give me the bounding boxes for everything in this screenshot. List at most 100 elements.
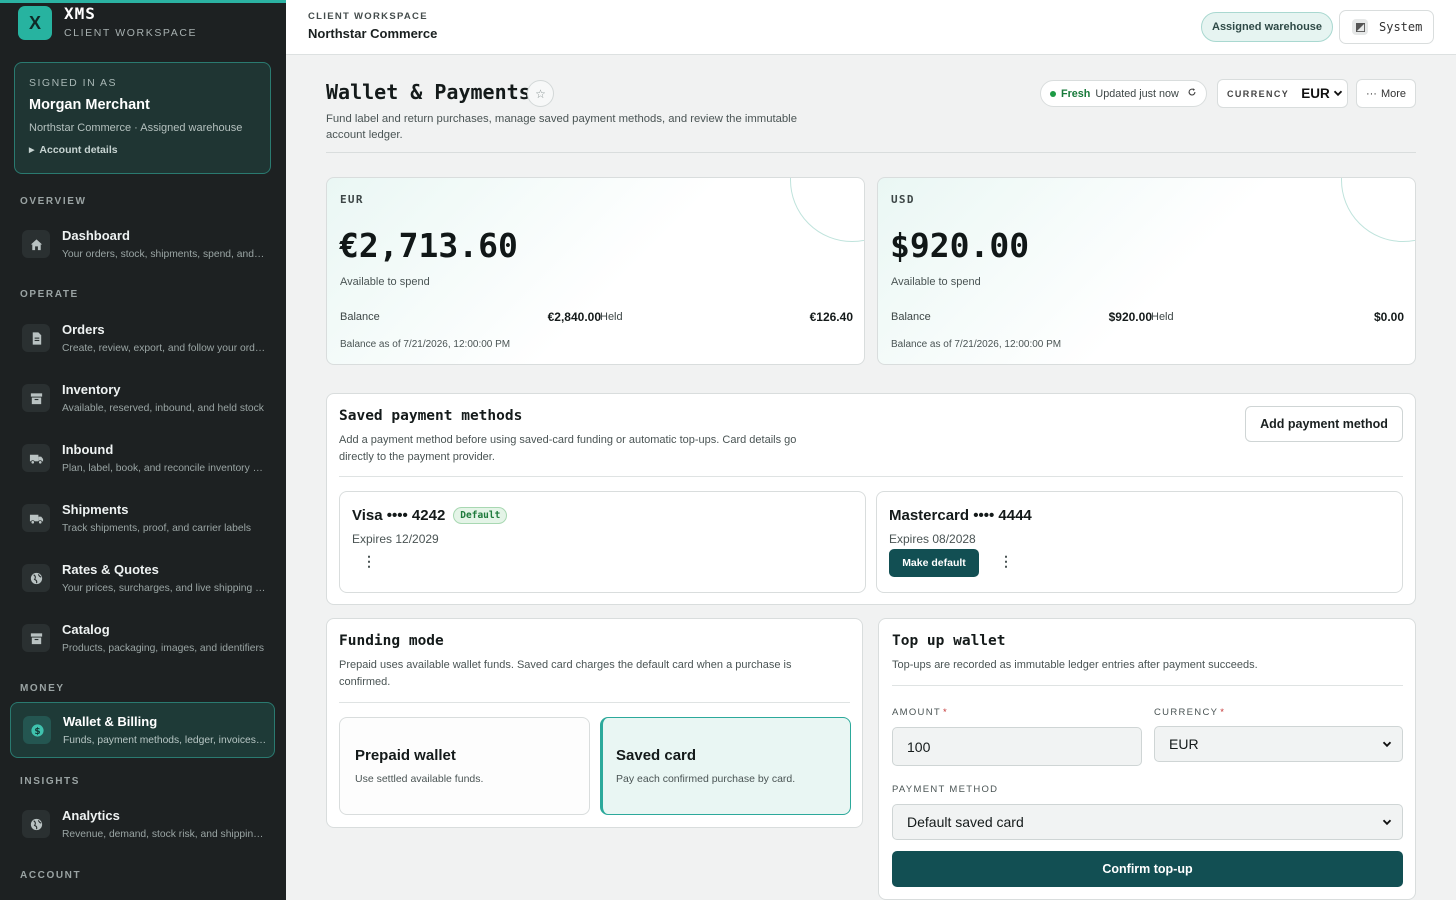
brand[interactable]: X XMS CLIENT WORKSPACE [18, 5, 197, 40]
status-dot [1050, 90, 1056, 97]
card-name: Visa •••• 4242 Default [352, 507, 508, 524]
required-mark: * [942, 707, 948, 718]
ellipsis-icon: ··· [1365, 87, 1377, 100]
funding-option-prepaid-wallet[interactable]: Prepaid wallet Use settled available fun… [339, 717, 590, 815]
decorative-circle [790, 178, 864, 242]
updated-label: Updated just now [1095, 87, 1179, 100]
globe-icon [22, 564, 50, 592]
currency-selector[interactable]: CURRENCY EUR [1217, 79, 1348, 108]
more-button[interactable]: ··· More [1356, 79, 1416, 108]
favorite-star-button[interactable]: ☆ [527, 80, 554, 107]
user-meta: Northstar Commerce · Assigned warehouse [29, 122, 243, 134]
panel-divider [339, 476, 1403, 477]
nav-item-title: Orders [62, 322, 105, 337]
nav-item-title: Rates & Quotes [62, 562, 159, 577]
option-title: Prepaid wallet [355, 747, 456, 764]
card-name: Mastercard •••• 4444 [889, 507, 1032, 524]
nav-item-inbound[interactable]: Inbound Plan, label, book, and reconcile… [10, 430, 275, 486]
warehouse-pill[interactable]: Assigned warehouse [1201, 12, 1334, 42]
currency-value: EUR [1301, 86, 1330, 101]
nav-item-title: Wallet & Billing [63, 714, 158, 729]
freshness-indicator[interactable]: Fresh Updated just now [1040, 80, 1207, 107]
nav-section-money: MONEY [20, 683, 65, 694]
currency-select[interactable]: EUR [1154, 726, 1403, 762]
account-details-toggle[interactable]: ▶ Account details [29, 144, 256, 156]
nav-item-shipments[interactable]: Shipments Track shipments, proof, and ca… [10, 490, 275, 546]
svg-text:$: $ [34, 726, 40, 736]
top-bar: CLIENT WORKSPACE Northstar Commerce Assi… [286, 0, 1456, 55]
amount-label-text: AMOUNT [892, 707, 941, 718]
card-menu-kebab-icon[interactable]: ⋮ [362, 553, 376, 570]
balance-card-usd: USD $920.00 Available to spend Balance $… [877, 177, 1416, 365]
currency-field-label: CURRENCY * [1154, 707, 1225, 718]
panel-title: Top up wallet [892, 633, 1006, 649]
brand-name: XMS [64, 4, 96, 23]
nav-item-rates-quotes[interactable]: Rates & Quotes Your prices, surcharges, … [10, 550, 275, 606]
page-title: Wallet & Payments [326, 80, 531, 104]
available-label: Available to spend [891, 276, 981, 288]
available-label: Available to spend [340, 276, 430, 288]
nav-section-overview: OVERVIEW [20, 196, 87, 207]
dollar-icon: $ [23, 716, 51, 744]
option-desc: Pay each confirmed purchase by card. [616, 773, 796, 785]
globe-icon [22, 810, 50, 838]
nav-section-insights: INSIGHTS [20, 776, 81, 787]
nav-item-orders[interactable]: Orders Create, review, export, and follo… [10, 310, 275, 366]
confirm-top-up-button[interactable]: Confirm top-up [892, 851, 1403, 887]
available-amount: €2,713.60 [339, 226, 518, 265]
funding-option-saved-card[interactable]: Saved card Pay each confirmed purchase b… [600, 717, 851, 815]
nav-item-title: Catalog [62, 622, 110, 637]
nav-item-desc: Create, review, export, and follow your … [62, 343, 267, 354]
truck-icon [22, 504, 50, 532]
nav-item-dashboard[interactable]: Dashboard Your orders, stock, shipments,… [10, 216, 275, 272]
held-label: Held [600, 311, 623, 323]
nav-item-inventory[interactable]: Inventory Available, reserved, inbound, … [10, 370, 275, 426]
option-title: Saved card [616, 747, 697, 764]
panel-title: Funding mode [339, 633, 444, 649]
nav-item-desc: Track shipments, proof, and carrier labe… [62, 523, 252, 534]
currency-label-text: CURRENCY [1154, 707, 1219, 718]
add-payment-method-button[interactable]: Add payment method [1245, 406, 1403, 442]
balance-label: Balance [891, 311, 931, 323]
truck-icon [22, 444, 50, 472]
balance-as-of: Balance as of 7/21/2026, 12:00:00 PM [891, 339, 1062, 350]
funding-mode-panel: Funding mode Prepaid uses available wall… [326, 618, 863, 828]
nav-item-analytics[interactable]: Analytics Revenue, demand, stock risk, a… [10, 796, 275, 852]
header-divider [326, 152, 1416, 153]
chevron-down-icon [1382, 814, 1392, 830]
panel-title: Saved payment methods [339, 408, 523, 424]
brand-subtitle: CLIENT WORKSPACE [64, 27, 198, 39]
balance-currency-code: USD [891, 193, 915, 206]
option-desc: Use settled available funds. [355, 773, 484, 785]
nav-item-wallet-billing[interactable]: $ Wallet & Billing Funds, payment method… [10, 702, 275, 758]
card-menu-kebab-icon[interactable]: ⋮ [999, 553, 1013, 570]
home-icon [22, 230, 50, 258]
balance-as-of: Balance as of 7/21/2026, 12:00:00 PM [340, 339, 511, 350]
card-expiry: Expires 12/2029 [352, 532, 439, 546]
top-up-wallet-panel: Top up wallet Top-ups are recorded as im… [878, 618, 1416, 900]
amount-input[interactable]: 100 [892, 727, 1142, 766]
panel-description: Add a payment method before using saved-… [339, 434, 797, 463]
decorative-circle [1341, 178, 1415, 242]
nav-item-desc: Available, reserved, inbound, and held s… [62, 403, 264, 414]
panel-divider [892, 685, 1403, 686]
make-default-button[interactable]: Make default [889, 549, 979, 577]
balance-currency-code: EUR [340, 193, 364, 206]
amount-label: AMOUNT * [892, 707, 948, 718]
nav-section-account: ACCOUNT [20, 870, 82, 881]
nav-section-operate: OPERATE [20, 289, 79, 300]
payment-method-value: Default saved card [907, 814, 1024, 830]
page-description: Fund label and return purchases, manage … [326, 113, 797, 141]
workspace-name: Northstar Commerce [308, 26, 438, 41]
currency-label: CURRENCY [1227, 88, 1290, 99]
chevron-down-icon [1333, 85, 1343, 103]
chevron-down-icon [1382, 736, 1392, 752]
theme-system-button[interactable]: System [1339, 10, 1434, 44]
panel-description: Prepaid uses available wallet funds. Sav… [339, 659, 792, 688]
user-name: Morgan Merchant [29, 97, 150, 113]
payment-method-select[interactable]: Default saved card [892, 804, 1403, 840]
caret-right-icon: ▶ [29, 147, 35, 154]
star-icon: ☆ [535, 86, 546, 101]
nav-item-desc: Your prices, surcharges, and live shippi… [62, 583, 267, 594]
nav-item-catalog[interactable]: Catalog Products, packaging, images, and… [10, 610, 275, 666]
